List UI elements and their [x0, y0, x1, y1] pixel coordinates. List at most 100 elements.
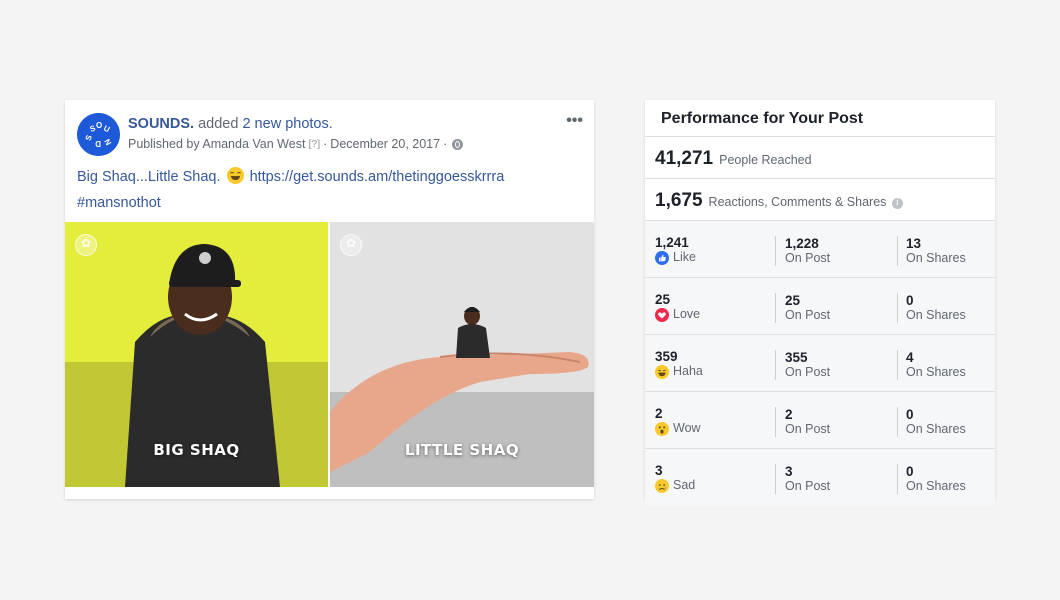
- published-by: Published by Amanda Van West: [128, 137, 306, 151]
- on-post-value: 3: [785, 464, 793, 479]
- reaction-name: Wow: [673, 421, 701, 435]
- on-post-cell: 2 On Post: [775, 407, 897, 437]
- post-external-link[interactable]: https://get.sounds.am/thetinggoesskrrra: [250, 169, 505, 185]
- reaction-row-love: 25 Love 25 On Post 0 On Shares: [645, 278, 995, 335]
- photo-caption: BIG SHAQ: [153, 441, 240, 459]
- action-text: added: [194, 116, 243, 132]
- photo-caption: LITTLE SHAQ: [404, 441, 520, 459]
- on-post-label: On Post: [785, 422, 831, 436]
- on-shares-value: 0: [906, 293, 914, 308]
- reaction-total: 25 Love: [645, 292, 775, 334]
- meta-separator: ·: [323, 137, 328, 151]
- on-shares-value: 13: [906, 236, 922, 251]
- photo-big-shaq[interactable]: BIG SHAQ: [65, 222, 328, 487]
- reaction-total: 3 Sad: [645, 463, 775, 506]
- sounds-logo: S O U N D S: [77, 113, 120, 156]
- svg-text:D: D: [95, 139, 101, 148]
- help-marker[interactable]: [?]: [308, 138, 320, 150]
- reaction-total-value: 3: [655, 463, 663, 478]
- engagement-label: Reactions, Comments & Shares i: [709, 195, 903, 209]
- svg-text:O: O: [96, 121, 102, 130]
- on-shares-value: 0: [906, 407, 914, 422]
- on-post-label: On Post: [785, 479, 831, 493]
- on-shares-label: On Shares: [906, 479, 966, 493]
- reaction-rows: 1,241 Like 1,228 On Post 13 On Shares 25…: [645, 221, 995, 506]
- page-avatar[interactable]: S O U N D S: [77, 113, 120, 156]
- on-shares-value: 0: [906, 464, 914, 479]
- reaction-name: Love: [673, 307, 701, 321]
- reaction-row-like: 1,241 Like 1,228 On Post 13 On Shares: [645, 221, 995, 278]
- reaction-name: Sad: [673, 478, 696, 492]
- meta-separator-2: ·: [443, 137, 448, 151]
- photos-link[interactable]: 2 new photos.: [242, 116, 332, 132]
- on-shares-label: On Shares: [906, 365, 966, 379]
- info-icon[interactable]: i: [891, 198, 903, 209]
- reaction-total: 1,241 Like: [645, 235, 775, 277]
- reaction-row-haha: 359 Haha 355 On Post 4 On Shares: [645, 335, 995, 392]
- on-shares-cell: 0 On Shares: [897, 407, 995, 437]
- globe-icon[interactable]: [452, 138, 464, 150]
- post-card: S O U N D S SOUNDS. added 2 new photos. …: [65, 100, 594, 499]
- performance-panel: Performance for Your Post 41,271 People …: [645, 100, 995, 506]
- on-post-value: 1,228: [785, 236, 819, 251]
- reaction-label: Love: [655, 307, 775, 322]
- people-reached-label: People Reached: [719, 153, 812, 167]
- reaction-total-value: 1,241: [655, 235, 689, 250]
- on-shares-label: On Shares: [906, 422, 966, 436]
- performance-title: Performance for Your Post: [645, 100, 995, 137]
- people-reached-value: 41,271: [655, 148, 714, 169]
- reaction-total-value: 2: [655, 406, 663, 421]
- on-post-value: 25: [785, 293, 801, 308]
- laughing-emoji-icon: [226, 167, 244, 184]
- post-meta: Published by Amanda Van West [?] · Decem…: [128, 137, 464, 151]
- reaction-row-wow: 2 Wow 2 On Post 0 On Shares: [645, 392, 995, 449]
- on-shares-cell: 13 On Shares: [897, 236, 995, 266]
- photo-badge-icon: [340, 234, 362, 256]
- reaction-label: Haha: [655, 364, 775, 379]
- people-reached-row: 41,271 People Reached: [645, 137, 995, 179]
- post-header: S O U N D S SOUNDS. added 2 new photos. …: [65, 100, 594, 158]
- on-post-label: On Post: [785, 308, 831, 322]
- engagement-label-text: Reactions, Comments & Shares: [708, 195, 887, 209]
- wow-icon: [655, 421, 669, 436]
- sad-icon: [655, 478, 669, 493]
- reaction-total: 2 Wow: [645, 406, 775, 448]
- reaction-label: Like: [655, 250, 775, 265]
- post-text: Big Shaq...Little Shaq. https://get.soun…: [77, 164, 577, 216]
- on-shares-cell: 0 On Shares: [897, 293, 995, 323]
- page-name-link[interactable]: SOUNDS.: [128, 116, 194, 132]
- on-post-cell: 355 On Post: [775, 350, 897, 380]
- on-shares-cell: 4 On Shares: [897, 350, 995, 380]
- reaction-label: Wow: [655, 421, 775, 436]
- photo-little-shaq[interactable]: LITTLE SHAQ: [330, 222, 594, 487]
- on-post-value: 355: [785, 350, 808, 365]
- on-shares-cell: 0 On Shares: [897, 464, 995, 494]
- reaction-total: 359 Haha: [645, 349, 775, 391]
- engagement-row: 1,675 Reactions, Comments & Shares i: [645, 179, 995, 221]
- reaction-total-value: 359: [655, 349, 678, 364]
- love-icon: [655, 307, 669, 322]
- hashtag-link[interactable]: #mansnothot: [77, 195, 161, 211]
- haha-icon: [655, 364, 669, 379]
- reaction-label: Sad: [655, 478, 775, 493]
- on-post-label: On Post: [785, 365, 831, 379]
- on-post-cell: 3 On Post: [775, 464, 897, 494]
- photo-badge-icon: [75, 234, 97, 256]
- on-post-label: On Post: [785, 251, 831, 265]
- photo-grid: BIG SHAQ LITTLE SHAQ: [65, 222, 594, 487]
- on-shares-value: 4: [906, 350, 914, 365]
- engagement-value: 1,675: [655, 190, 703, 211]
- reaction-name: Like: [673, 250, 696, 264]
- post-text-body: Big Shaq...Little Shaq.: [77, 169, 221, 185]
- like-icon: [655, 250, 669, 265]
- on-shares-label: On Shares: [906, 251, 966, 265]
- on-post-value: 2: [785, 407, 793, 422]
- reaction-row-sad: 3 Sad 3 On Post 0 On Shares: [645, 449, 995, 506]
- post-title-line: SOUNDS. added 2 new photos.: [128, 116, 333, 132]
- post-date[interactable]: December 20, 2017: [330, 137, 440, 151]
- on-post-cell: 25 On Post: [775, 293, 897, 323]
- reaction-name: Haha: [673, 364, 703, 378]
- more-options-icon[interactable]: •••: [566, 112, 583, 130]
- on-shares-label: On Shares: [906, 308, 966, 322]
- reaction-total-value: 25: [655, 292, 671, 307]
